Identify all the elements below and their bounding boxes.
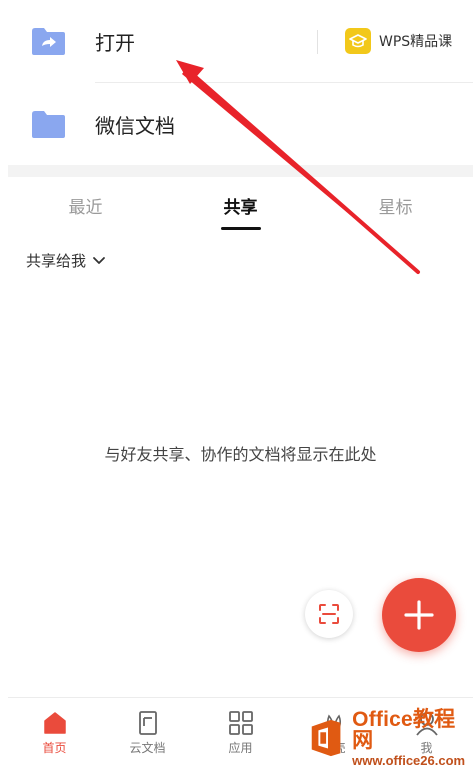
nav-home-label: 首页 <box>42 740 67 755</box>
nav-home[interactable]: 首页 <box>8 698 101 767</box>
nav-cloud-docs-label: 云文档 <box>129 740 166 755</box>
wps-course-label: WPS精品课 <box>379 34 453 50</box>
nav-apps-label: 应用 <box>228 740 253 755</box>
scan-icon <box>319 604 339 624</box>
tab-recent-label: 最近 <box>68 197 103 218</box>
empty-state-message: 与好友共享、协作的文档将显示在此处 <box>104 445 377 464</box>
section-separator <box>8 165 473 177</box>
scan-button[interactable] <box>305 590 353 638</box>
tab-shared-label: 共享 <box>223 197 258 218</box>
folder-icon <box>32 111 65 138</box>
open-folder-icon <box>32 28 65 55</box>
plus-icon <box>404 600 434 630</box>
chevron-down-icon <box>93 256 105 264</box>
apps-grid-icon <box>228 710 253 735</box>
nav-cloud-docs[interactable]: 云文档 <box>101 698 194 767</box>
home-icon <box>43 711 66 734</box>
shared-filter-label: 共享给我 <box>26 252 87 270</box>
watermark-logo: Office教程网 www.office26.com <box>306 709 471 767</box>
nav-apps[interactable]: 应用 <box>194 698 287 767</box>
shared-filter-dropdown[interactable]: 共享给我 <box>26 250 106 271</box>
office-logo-icon <box>311 719 341 757</box>
tab-shared[interactable]: 共享 <box>163 178 318 232</box>
watermark-title: Office教程网 <box>352 709 471 751</box>
watermark-url: www.office26.com <box>352 753 466 767</box>
wechat-docs-label: 微信文档 <box>95 113 175 138</box>
tab-recent[interactable]: 最近 <box>8 178 163 232</box>
active-tab-indicator <box>220 227 261 230</box>
header-divider <box>317 30 318 54</box>
watermark-title-en: Office <box>352 708 413 731</box>
open-label: 打开 <box>95 30 135 55</box>
tab-starred[interactable]: 星标 <box>318 178 473 232</box>
wechat-docs-row[interactable]: 微信文档 <box>8 83 473 165</box>
add-button[interactable] <box>382 578 456 652</box>
tab-starred-label: 星标 <box>378 197 413 218</box>
wps-course-button[interactable]: WPS精品课 <box>345 28 452 54</box>
cloud-doc-icon <box>138 710 157 735</box>
tab-bar: 最近 共享 星标 <box>8 178 473 232</box>
graduation-cap-icon <box>345 28 371 54</box>
